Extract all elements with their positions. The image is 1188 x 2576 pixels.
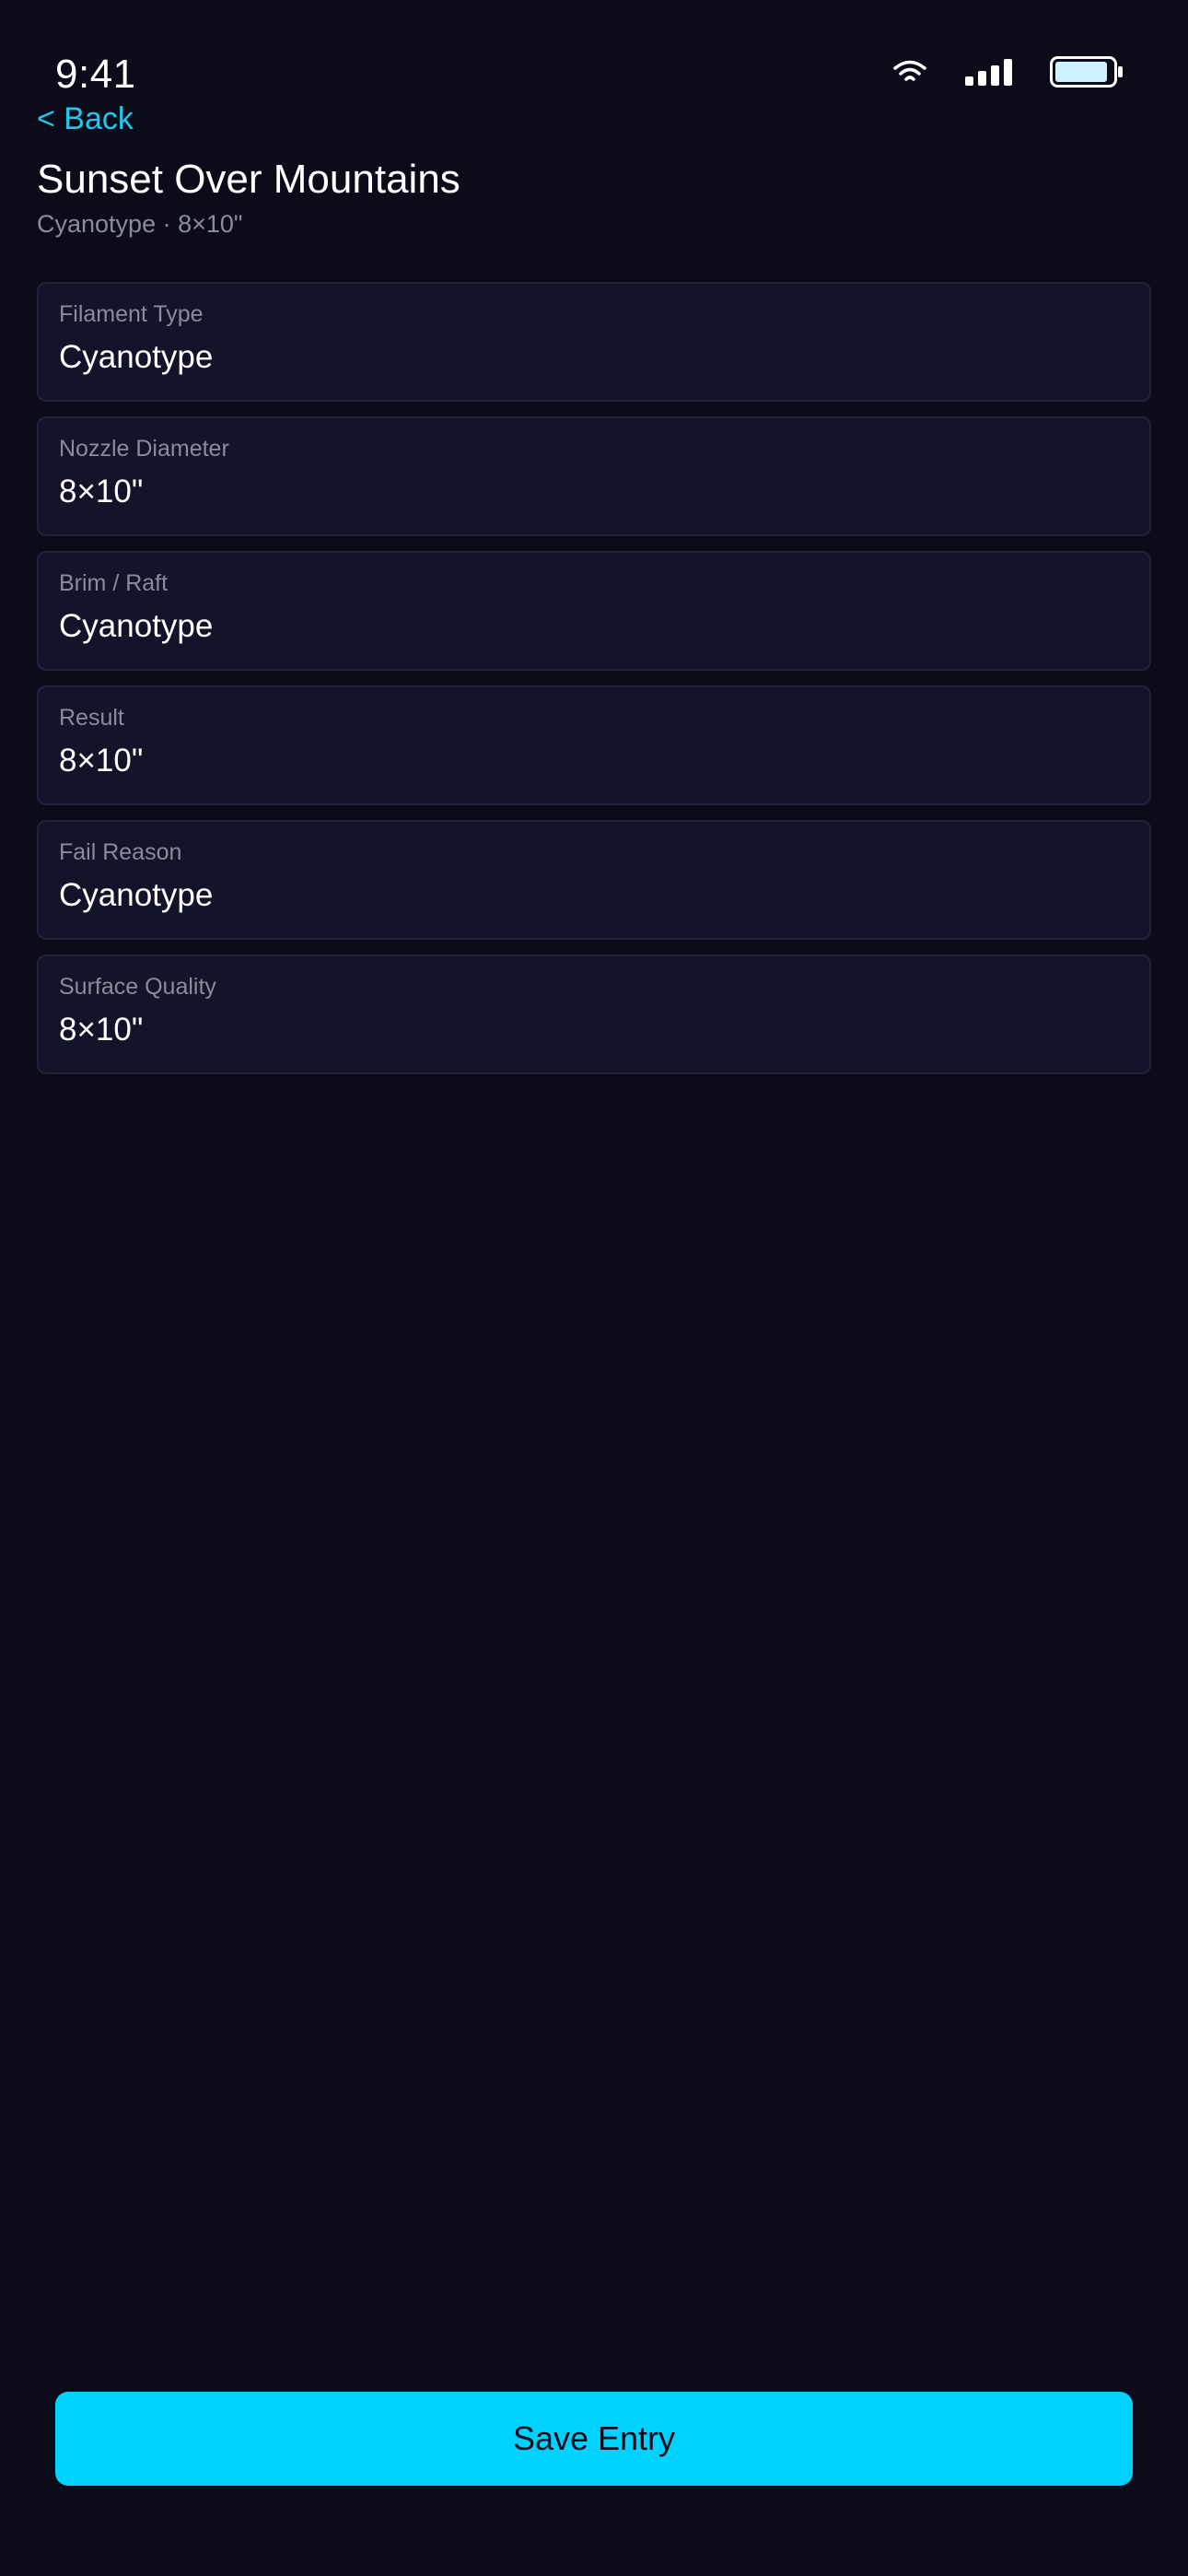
field-value: 8×10" (59, 474, 144, 509)
status-icons (891, 52, 1124, 92)
field-value: Cyanotype (59, 877, 214, 913)
entry-fields: Filament Type Cyanotype Nozzle Diameter … (37, 282, 1151, 1074)
field-label: Fail Reason (59, 839, 182, 865)
field-label: Surface Quality (59, 974, 216, 1000)
back-button[interactable]: < Back (37, 101, 134, 137)
field-value: 8×10" (59, 743, 144, 779)
field-fail-reason[interactable]: Fail Reason Cyanotype (37, 820, 1151, 940)
page-title: Sunset Over Mountains (37, 157, 460, 202)
field-label: Filament Type (59, 301, 204, 327)
field-value: Cyanotype (59, 608, 214, 644)
field-surface-quality[interactable]: Surface Quality 8×10" (37, 954, 1151, 1074)
field-label: Brim / Raft (59, 570, 169, 596)
field-label: Result (59, 705, 124, 731)
cellular-signal-icon (965, 58, 1013, 86)
field-value: 8×10" (59, 1012, 144, 1048)
battery-icon (1050, 56, 1124, 88)
field-label: Nozzle Diameter (59, 436, 229, 462)
field-filament-type[interactable]: Filament Type Cyanotype (37, 282, 1151, 402)
field-result[interactable]: Result 8×10" (37, 685, 1151, 805)
wifi-icon (891, 58, 928, 86)
save-entry-button[interactable]: Save Entry (55, 2392, 1133, 2486)
field-brim-raft[interactable]: Brim / Raft Cyanotype (37, 551, 1151, 671)
status-time: 9:41 (55, 52, 136, 97)
page-subtitle: Cyanotype · 8×10" (37, 210, 243, 238)
entry-detail-screen: 9:41 < Back Sunset Over Mountains Cyanot… (0, 0, 1188, 2576)
field-nozzle-diameter[interactable]: Nozzle Diameter 8×10" (37, 416, 1151, 536)
field-value: Cyanotype (59, 339, 214, 375)
